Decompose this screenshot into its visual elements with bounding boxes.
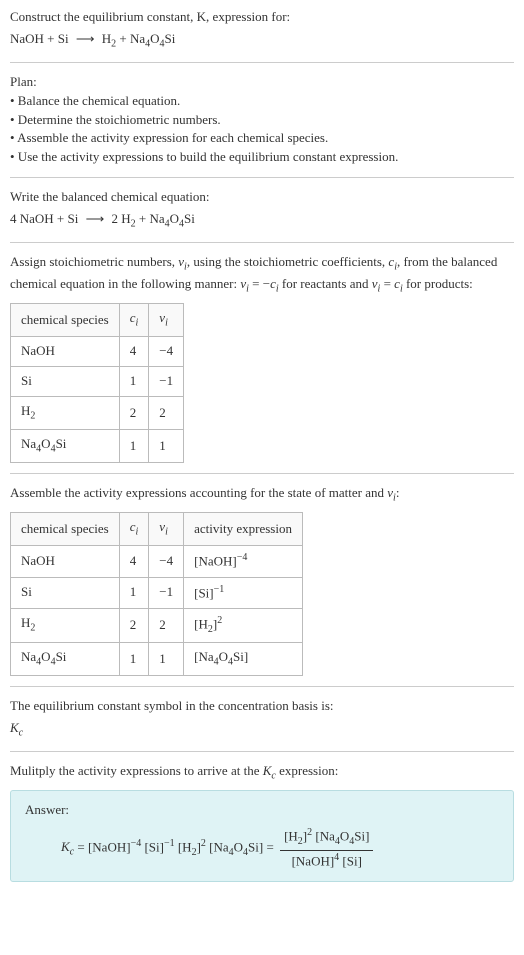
kc-symbol: Kc — [10, 719, 514, 741]
col-ci: ci — [119, 304, 149, 337]
table-row: NaOH4−4 — [11, 337, 184, 367]
assemble-paragraph: Assemble the activity expressions accoun… — [10, 484, 514, 506]
table-row: Si 1 −1 [Si]−1 — [11, 577, 303, 608]
answer-equation: Kc = [NaOH]−4 [Si]−1 [H2]2 [Na4O4Si] = [… — [25, 826, 499, 871]
balanced-equation: 4 NaOH + Si ⟶ 2 H2 + Na4O4Si — [10, 210, 514, 232]
divider — [10, 242, 514, 243]
table-row: NaOH 4 −4 [NaOH]−4 — [11, 546, 303, 577]
table-row: Si1−1 — [11, 367, 184, 397]
answer-label: Answer: — [25, 801, 499, 820]
prompt-heading: Construct the equilibrium constant, K, e… — [10, 8, 514, 27]
plan-heading: Plan: — [10, 73, 514, 92]
col-species: chemical species — [11, 304, 120, 337]
arrow-icon: ⟶ — [86, 210, 105, 229]
table-header-row: chemical species ci νi activity expressi… — [11, 513, 303, 546]
table-row: Na4O4Si11 — [11, 430, 184, 463]
table-row: H2 2 2 [H2]2 — [11, 608, 303, 642]
query-equation: NaOH + Si ⟶ H2 + Na4O4Si — [10, 30, 514, 52]
stoich-table: chemical species ci νi NaOH4−4 Si1−1 H22… — [10, 303, 184, 463]
plan-item: • Use the activity expressions to build … — [10, 148, 514, 167]
balanced-heading: Write the balanced chemical equation: — [10, 188, 514, 207]
col-vi: νi — [149, 513, 184, 546]
col-activity: activity expression — [184, 513, 303, 546]
col-species: chemical species — [11, 513, 120, 546]
activity-table: chemical species ci νi activity expressi… — [10, 512, 303, 676]
divider — [10, 177, 514, 178]
plan-item: • Determine the stoichiometric numbers. — [10, 111, 514, 130]
divider — [10, 473, 514, 474]
divider — [10, 686, 514, 687]
table-header-row: chemical species ci νi — [11, 304, 184, 337]
table-row: Na4O4Si 1 1 [Na4O4Si] — [11, 643, 303, 676]
col-ci: ci — [119, 513, 149, 546]
stoich-paragraph: Assign stoichiometric numbers, νi, using… — [10, 253, 514, 297]
multiply-text: Mulitply the activity expressions to arr… — [10, 762, 514, 784]
col-vi: νi — [149, 304, 184, 337]
divider — [10, 751, 514, 752]
kc-text: The equilibrium constant symbol in the c… — [10, 697, 514, 716]
plan-item: • Assemble the activity expression for e… — [10, 129, 514, 148]
arrow-icon: ⟶ — [76, 30, 95, 49]
divider — [10, 62, 514, 63]
table-row: H222 — [11, 397, 184, 430]
plan-item: • Balance the chemical equation. — [10, 92, 514, 111]
answer-box: Answer: Kc = [NaOH]−4 [Si]−1 [H2]2 [Na4O… — [10, 790, 514, 881]
